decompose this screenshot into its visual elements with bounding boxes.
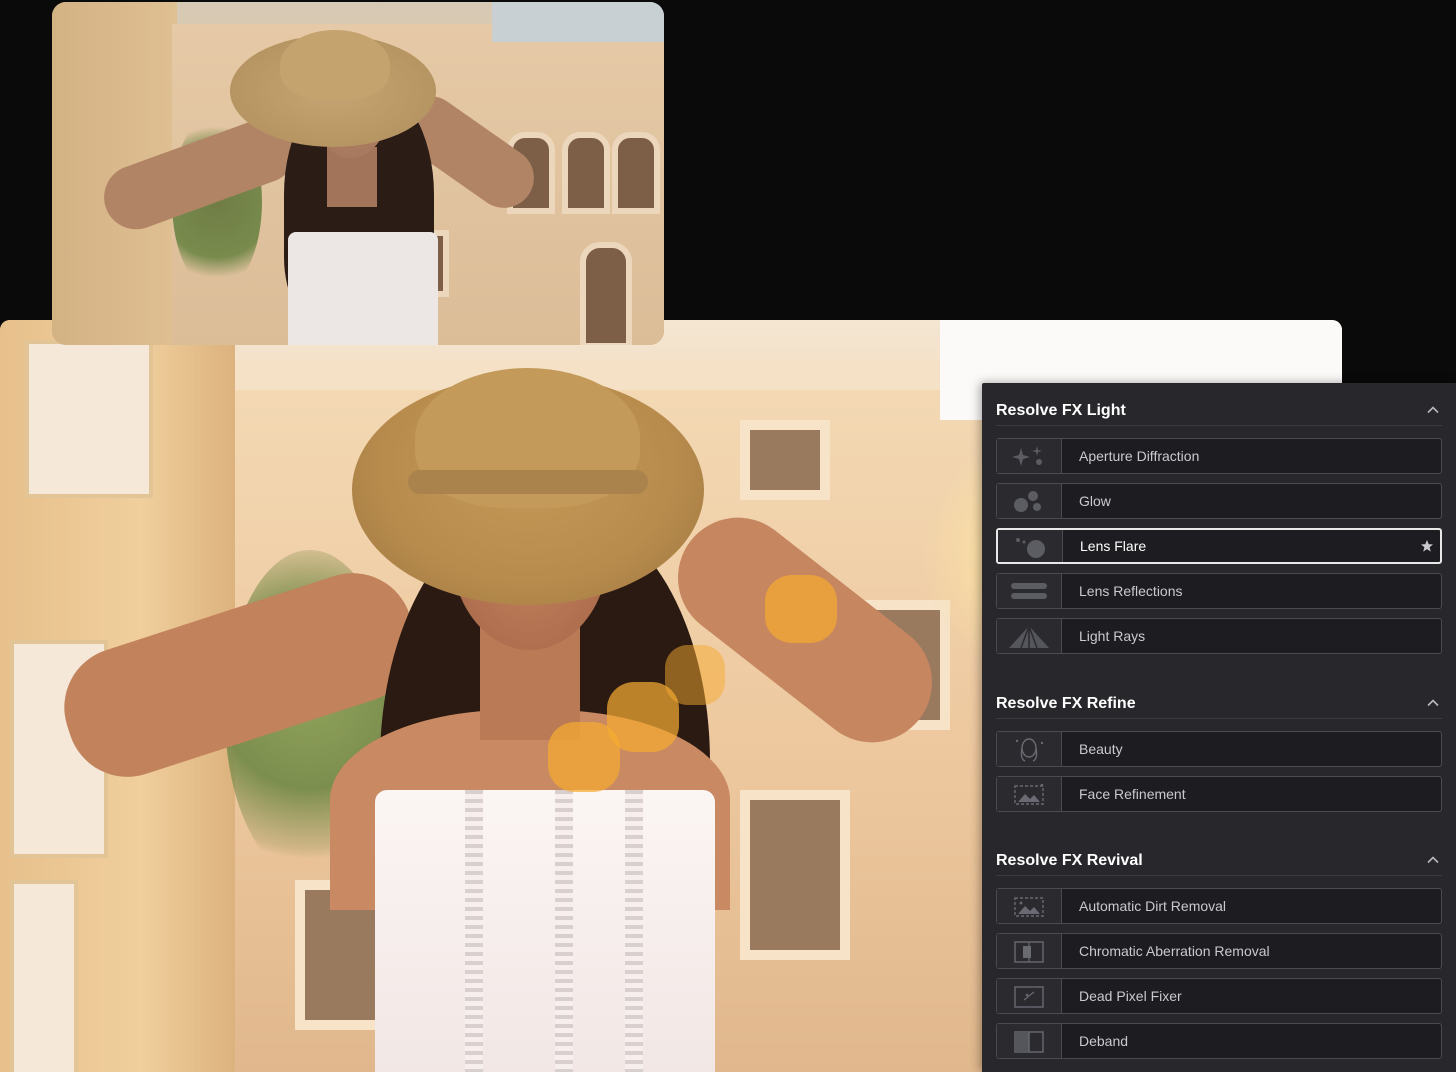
beauty-icon: [997, 732, 1062, 766]
lens-flare-icon: [998, 530, 1063, 562]
original-photo: [52, 2, 664, 345]
lace-trim: [555, 790, 573, 1072]
lens-reflections-icon: [997, 574, 1062, 608]
lace-trim: [625, 790, 643, 1072]
fx-item-lens-reflections[interactable]: Lens Reflections: [996, 573, 1442, 609]
aperture-diffraction-icon: [997, 439, 1062, 473]
dead-pixel-icon: [997, 979, 1062, 1013]
hat-crown: [280, 30, 390, 100]
chevron-up-icon[interactable]: [1426, 403, 1440, 417]
fx-item-label: Automatic Dirt Removal: [1079, 898, 1227, 914]
building-window: [562, 132, 610, 214]
fx-item-label: Face Refinement: [1079, 786, 1186, 802]
section-header[interactable]: Resolve FX Refine: [996, 682, 1442, 719]
section-title: Resolve FX Refine: [996, 694, 1136, 712]
chevron-up-icon[interactable]: [1426, 853, 1440, 867]
star-icon[interactable]: [1420, 539, 1434, 553]
face-refinement-icon: [997, 777, 1062, 811]
fx-item-label: Dead Pixel Fixer: [1079, 988, 1182, 1004]
chromatic-aberration-icon: [997, 934, 1062, 968]
section-resolve-fx-refine: Resolve FX Refine Beauty Face Refinement: [996, 682, 1442, 821]
fx-item-dead-pixel-fixer[interactable]: Dead Pixel Fixer: [996, 978, 1442, 1014]
fx-item-lens-flare[interactable]: Lens Flare: [996, 528, 1442, 564]
fx-item-beauty[interactable]: Beauty: [996, 731, 1442, 767]
fx-item-label: Chromatic Aberration Removal: [1079, 943, 1270, 959]
light-rays-icon: [997, 619, 1062, 653]
building-door: [10, 880, 78, 1072]
building-window: [740, 790, 850, 960]
chevron-up-icon[interactable]: [1426, 696, 1440, 710]
fx-item-automatic-dirt-removal[interactable]: Automatic Dirt Removal: [996, 888, 1442, 924]
building-window: [740, 420, 830, 500]
building-door: [580, 242, 632, 345]
section-resolve-fx-revival: Resolve FX Revival Automatic Dirt Remova…: [996, 839, 1442, 1068]
fx-item-glow[interactable]: Glow: [996, 483, 1442, 519]
section-resolve-fx-light: Resolve FX Light Aperture Diffraction Gl…: [996, 389, 1442, 663]
building-window: [25, 340, 153, 498]
fx-item-label: Lens Reflections: [1079, 583, 1183, 599]
glow-icon: [997, 484, 1062, 518]
section-title: Resolve FX Light: [996, 401, 1126, 419]
building-cornice: [230, 360, 990, 390]
white-dress: [288, 232, 438, 345]
white-dress: [375, 790, 715, 1072]
fx-item-light-rays[interactable]: Light Rays: [996, 618, 1442, 654]
section-title: Resolve FX Revival: [996, 851, 1143, 869]
fx-item-deband[interactable]: Deband: [996, 1023, 1442, 1059]
fx-item-label: Glow: [1079, 493, 1111, 509]
sky: [492, 2, 664, 42]
fx-item-label: Deband: [1079, 1033, 1129, 1049]
dirt-removal-icon: [997, 889, 1062, 923]
building-window: [612, 132, 660, 214]
deband-icon: [997, 1024, 1062, 1058]
section-header[interactable]: Resolve FX Revival: [996, 839, 1442, 876]
fx-item-label: Aperture Diffraction: [1079, 448, 1200, 464]
fx-item-aperture-diffraction[interactable]: Aperture Diffraction: [996, 438, 1442, 474]
lace-trim: [465, 790, 483, 1072]
flare-bokeh: [765, 575, 837, 643]
section-header[interactable]: Resolve FX Light: [996, 389, 1442, 426]
fx-item-face-refinement[interactable]: Face Refinement: [996, 776, 1442, 812]
flare-bokeh: [548, 722, 620, 792]
fx-item-chromatic-aberration-removal[interactable]: Chromatic Aberration Removal: [996, 933, 1442, 969]
fx-item-label: Lens Flare: [1080, 538, 1147, 554]
fx-item-label: Beauty: [1079, 741, 1123, 757]
resolve-fx-panel: Resolve FX Light Aperture Diffraction Gl…: [982, 383, 1456, 1072]
hat-band: [408, 470, 648, 494]
fx-item-label: Light Rays: [1079, 628, 1146, 644]
